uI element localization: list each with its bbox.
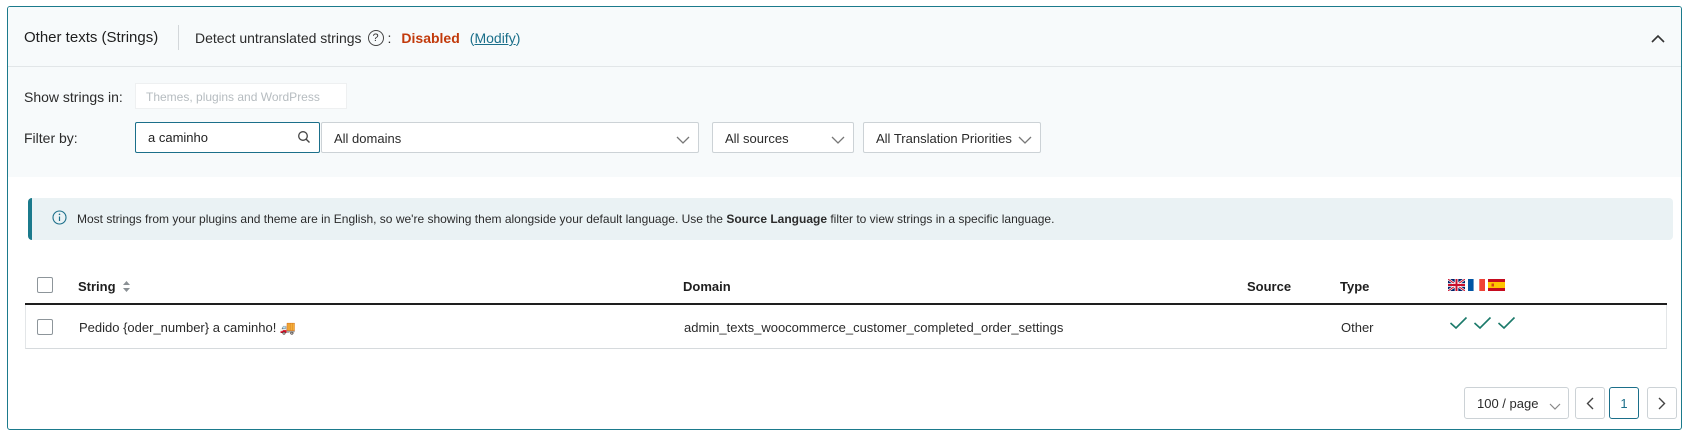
search-field[interactable]	[135, 122, 320, 153]
previous-page-button[interactable]	[1575, 387, 1605, 419]
panel-header: Other texts (Strings) Detect untranslate…	[8, 7, 1681, 67]
flag-en-icon	[1447, 278, 1466, 292]
collapse-chevron-up-icon[interactable]	[1647, 27, 1669, 49]
modify-wrapper: (Modify)	[469, 30, 521, 46]
column-header-type: Type	[1340, 279, 1370, 294]
info-icon	[52, 210, 67, 228]
row-translation-status	[1449, 316, 1516, 330]
source-select-value: All sources	[725, 131, 789, 146]
chevron-left-icon	[1586, 397, 1594, 409]
chevron-down-icon	[1018, 133, 1032, 148]
per-page-select[interactable]: 100 / page	[1464, 387, 1569, 419]
select-all-checkbox[interactable]	[37, 277, 53, 293]
chevron-down-icon	[831, 133, 845, 148]
row-string[interactable]: Pedido {oder_number} a caminho! 🚚	[79, 320, 296, 336]
column-header-domain: Domain	[683, 279, 731, 294]
table-row[interactable]: Pedido {oder_number} a caminho! 🚚 admin_…	[25, 305, 1667, 349]
per-page-value: 100 / page	[1477, 396, 1539, 411]
sort-icon[interactable]	[122, 280, 131, 293]
table-header: String Domain Source Type	[25, 265, 1667, 305]
detect-label: Detect untranslated strings	[195, 30, 362, 46]
domain-select[interactable]: All domains	[321, 122, 699, 153]
notice-text: Most strings from your plugins and theme…	[77, 212, 1055, 226]
flag-es-icon	[1488, 279, 1505, 291]
column-header-source: Source	[1247, 279, 1292, 294]
chevron-down-icon	[1549, 399, 1561, 414]
panel-title: Other texts (Strings)	[24, 29, 159, 46]
translation-check-es-icon[interactable]	[1497, 316, 1516, 330]
search-input[interactable]	[136, 123, 286, 152]
domain-select-value: All domains	[334, 131, 402, 146]
priority-select-value: All Translation Priorities	[876, 131, 1012, 146]
next-page-button[interactable]	[1647, 387, 1677, 419]
header-divider	[178, 25, 179, 50]
search-icon[interactable]	[297, 130, 311, 147]
filters-area: Show strings in: Themes, plugins and Wor…	[8, 67, 1681, 177]
status-text: Disabled	[401, 30, 460, 46]
chevron-down-icon	[676, 133, 690, 148]
translation-priority-select[interactable]: All Translation Priorities	[863, 122, 1041, 153]
chevron-right-icon	[1658, 397, 1666, 409]
show-strings-in-input[interactable]: Themes, plugins and WordPress	[135, 83, 347, 109]
modify-link[interactable]: Modify	[474, 30, 515, 46]
column-header-string[interactable]: String	[78, 279, 131, 294]
language-flags	[1447, 278, 1508, 292]
row-type: Other	[1341, 320, 1374, 335]
detect-colon: :	[387, 30, 392, 46]
strings-panel: Other texts (Strings) Detect untranslate…	[7, 6, 1682, 430]
help-icon[interactable]: ?	[367, 30, 384, 46]
flag-fr-icon	[1468, 279, 1485, 291]
row-domain: admin_texts_woocommerce_customer_complet…	[684, 320, 1064, 335]
page-number-button[interactable]: 1	[1609, 387, 1639, 419]
translation-check-en-icon[interactable]	[1449, 316, 1468, 330]
source-language-notice: Most strings from your plugins and theme…	[28, 198, 1673, 240]
strings-table: String Domain Source Type Pedido {oder_n…	[25, 265, 1667, 349]
filter-by-label: Filter by:	[24, 130, 78, 146]
source-language-emphasis: Source Language	[726, 212, 827, 226]
translation-check-fr-icon[interactable]	[1473, 316, 1492, 330]
detect-untranslated-setting: Detect untranslated strings ? : Disabled…	[195, 30, 520, 46]
show-strings-label: Show strings in:	[24, 89, 123, 105]
source-select[interactable]: All sources	[712, 122, 854, 153]
row-checkbox[interactable]	[37, 319, 53, 335]
